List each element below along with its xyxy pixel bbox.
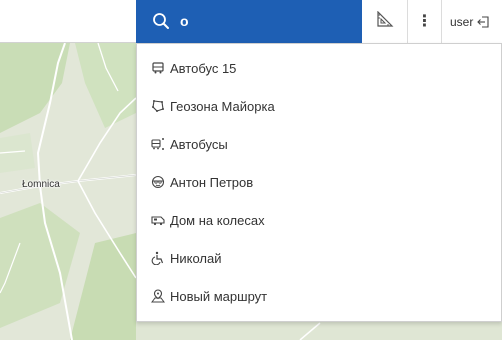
face-icon [151,175,165,189]
search-results-dropdown: Автобус 15 Геозона Майорка Автобусы Анто… [136,43,502,322]
result-label: Автобусы [170,136,228,152]
top-toolbar: ⋮ user [0,0,502,43]
bus-group-icon [151,137,165,151]
result-item[interactable]: Антон Петров [137,163,501,201]
geofence-icon [151,99,165,113]
logout-icon [477,15,489,28]
result-label: Николай [170,250,222,266]
result-item[interactable]: Дом на колесах [137,201,501,239]
wheelchair-icon [151,251,165,265]
result-label: Геозона Майорка [170,98,275,114]
result-item[interactable]: Автобусы [137,125,501,163]
result-item[interactable]: Автобус 15 [137,49,501,87]
result-item[interactable]: Новый маршрут [137,277,501,315]
result-label: Антон Петров [170,174,254,190]
result-label: Дом на колесах [170,212,265,228]
more-menu-button[interactable]: ⋮ [407,0,441,43]
map-place-label: Łomnica [22,179,60,190]
result-label: Новый маршрут [170,288,268,304]
ruler-icon [376,10,394,32]
search-input[interactable] [180,8,350,34]
more-vertical-icon: ⋮ [416,12,433,30]
ruler-button[interactable] [362,0,407,43]
search-box[interactable] [136,0,362,43]
result-label: Автобус 15 [170,60,237,76]
bus-icon [151,61,165,75]
search-icon [152,12,170,30]
result-item[interactable]: Геозона Майорка [137,87,501,125]
user-name: user [450,14,474,29]
user-menu-button[interactable]: user [441,0,502,43]
result-item[interactable]: Николай [137,239,501,277]
motorhome-icon [151,213,165,227]
route-icon [151,289,165,303]
